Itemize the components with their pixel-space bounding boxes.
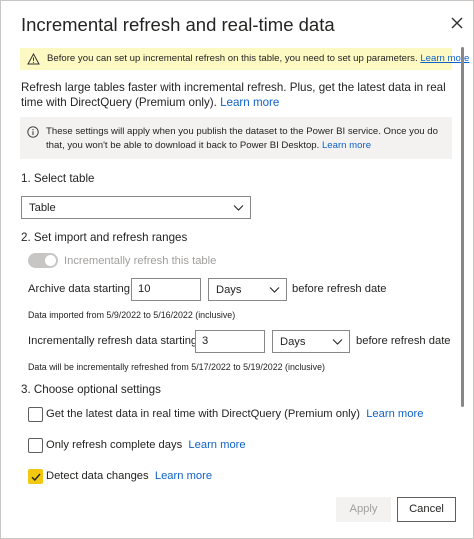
incremental-refresh-toggle[interactable] (28, 253, 58, 268)
detect-changes-learn-more-link[interactable]: Learn more (155, 470, 212, 482)
incremental-value-input[interactable]: 3 (195, 330, 265, 353)
chevron-down-icon (269, 285, 280, 297)
intro-learn-more-link[interactable]: Learn more (220, 96, 279, 109)
incremental-unit-select[interactable]: Days (272, 330, 350, 353)
dialog-title: Incremental refresh and real-time data (21, 14, 335, 35)
banner-text: Before you can set up incremental refres… (47, 53, 418, 64)
realtime-directquery-option: Get the latest data in real time with Di… (46, 408, 423, 420)
section-select-table-heading: 1. Select table (21, 172, 95, 185)
warning-icon (27, 52, 40, 70)
complete-days-option: Only refresh complete days Learn more (46, 439, 246, 451)
incremental-label: Incrementally refresh data starting (28, 335, 198, 347)
toggle-knob (45, 255, 56, 266)
dialog: Incremental refresh and real-time data B… (0, 0, 474, 539)
incremental-refresh-toggle-label: Incrementally refresh this table (64, 255, 217, 267)
complete-days-label: Only refresh complete days (46, 439, 183, 451)
section-optional-heading: 3. Choose optional settings (21, 383, 161, 396)
close-icon[interactable] (450, 16, 464, 30)
realtime-directquery-checkbox[interactable] (28, 407, 43, 422)
realtime-learn-more-link[interactable]: Learn more (366, 408, 423, 420)
archive-value-input[interactable]: 10 (131, 278, 201, 301)
archive-unit-select[interactable]: Days (208, 278, 287, 301)
complete-days-learn-more-link[interactable]: Learn more (188, 439, 245, 451)
info-message: These settings will apply when you publi… (46, 125, 446, 152)
scrollbar[interactable] (461, 47, 464, 407)
archive-unit-value: Days (216, 284, 242, 296)
detect-changes-option: Detect data changes Learn more (46, 470, 212, 482)
table-select[interactable]: Table (21, 196, 251, 219)
table-select-value: Table (29, 202, 56, 214)
intro-text: Refresh large tables faster with increme… (21, 80, 451, 110)
incremental-unit-value: Days (280, 336, 306, 348)
info-icon (27, 125, 39, 143)
parameters-warning-banner: Before you can set up incremental refres… (20, 48, 469, 70)
realtime-directquery-label: Get the latest data in real time with Di… (46, 408, 360, 420)
apply-button[interactable]: Apply (336, 497, 391, 522)
detect-changes-checkbox[interactable] (28, 469, 43, 484)
info-learn-more-link[interactable]: Learn more (322, 140, 371, 151)
complete-days-checkbox[interactable] (28, 438, 43, 453)
checkmark-icon (31, 473, 41, 482)
chevron-down-icon (332, 337, 343, 349)
info-text: These settings will apply when you publi… (46, 126, 438, 151)
publish-info-box: These settings will apply when you publi… (20, 117, 452, 159)
archive-note: Data imported from 5/9/2022 to 5/16/2022… (28, 310, 236, 320)
archive-suffix: before refresh date (292, 283, 387, 295)
incremental-note: Data will be incrementally refreshed fro… (28, 362, 325, 372)
archive-label: Archive data starting (28, 283, 130, 295)
banner-message: Before you can set up incremental refres… (47, 53, 469, 64)
detect-changes-label: Detect data changes (46, 470, 149, 482)
cancel-button[interactable]: Cancel (397, 497, 456, 522)
chevron-down-icon (233, 203, 244, 215)
incremental-suffix: before refresh date (356, 335, 451, 347)
section-ranges-heading: 2. Set import and refresh ranges (21, 231, 188, 244)
